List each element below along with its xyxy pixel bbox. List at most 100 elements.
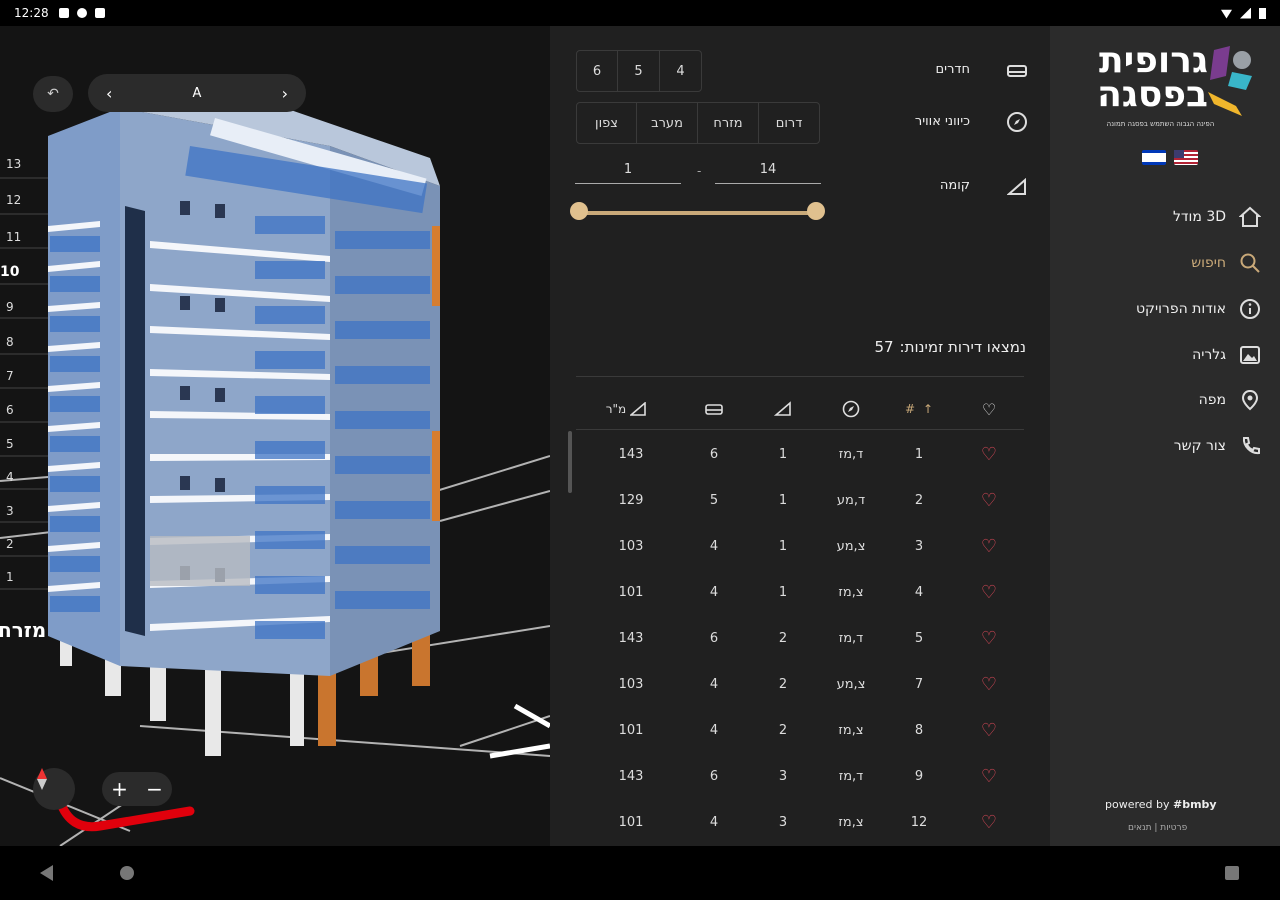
sidebar-item-contact[interactable]: צור קשר (1174, 431, 1262, 461)
table-row[interactable]: ♡ 7 צ,מע 2 4 103 (576, 661, 1024, 707)
floor-label[interactable]: 9 (6, 300, 14, 314)
column-favorite[interactable]: ♡ (954, 388, 1024, 430)
floor-label[interactable]: 2 (6, 537, 14, 551)
undo-arrow-icon: ↶ (47, 86, 59, 102)
favorite-button[interactable]: ♡ (954, 477, 1024, 523)
sidebar-item-label: מפה (1198, 392, 1226, 408)
rooms-option-4[interactable]: 4 (660, 51, 701, 91)
favorite-button[interactable]: ♡ (954, 661, 1024, 707)
sidebar-item-3d-model[interactable]: 3D מודל (1173, 202, 1262, 232)
rooms-option-6[interactable]: 6 (577, 51, 618, 91)
floor-label-active[interactable]: 10 (0, 264, 19, 280)
back-icon[interactable] (40, 865, 53, 881)
orientation-option-south[interactable]: דרום (759, 103, 819, 143)
favorite-button[interactable]: ♡ (954, 707, 1024, 753)
zoom-in-button[interactable]: + (111, 777, 128, 801)
favorite-button[interactable]: ♡ (954, 799, 1024, 845)
cell-area: 143 (618, 446, 644, 462)
cell-rooms: 4 (709, 538, 719, 554)
floor-slider-min-handle[interactable] (570, 202, 588, 220)
floor-label[interactable]: 5 (6, 437, 14, 451)
column-number[interactable]: # ↑ (884, 388, 954, 430)
column-area-label: מ"ר (605, 402, 627, 416)
favorite-button[interactable]: ♡ (954, 615, 1024, 661)
cell-number: 3 (914, 538, 924, 554)
area-triangle-icon (630, 402, 647, 416)
heart-outline-icon: ♡ (980, 489, 998, 511)
orientation-option-west[interactable]: מערב (637, 103, 698, 143)
table-row[interactable]: ♡ 5 ד,מז 2 6 143 (576, 615, 1024, 661)
logo[interactable]: גרופית בפסגה הפינה הגבוה השתמש בפסגה תמו… (1078, 43, 1253, 136)
chevron-left-icon[interactable]: ‹ (106, 84, 112, 103)
notification-icon (94, 8, 105, 18)
cell-orientation: צ,מע (836, 676, 866, 692)
floor-label[interactable]: 3 (6, 504, 14, 518)
orientation-selector: צפון מערב מזרח דרום (576, 102, 820, 144)
orientation-option-north[interactable]: צפון (577, 103, 637, 143)
floor-label[interactable]: 6 (6, 403, 14, 417)
compass-button[interactable] (33, 768, 75, 810)
table-row[interactable]: ♡ 8 צ,מז 2 4 101 (576, 707, 1024, 753)
cell-orientation: ד,מז (838, 768, 864, 784)
floor-label[interactable]: 1 (6, 570, 14, 584)
sidebar-item-map[interactable]: מפה (1199, 385, 1262, 415)
table-row[interactable]: ♡ 2 ד,מע 1 5 129 (576, 477, 1024, 523)
cell-floor: 1 (778, 584, 788, 600)
sidebar-item-search[interactable]: חיפוש (1191, 248, 1262, 278)
floor-label[interactable]: 11 (6, 230, 21, 244)
floor-label[interactable]: 12 (6, 193, 21, 207)
cell-rooms: 6 (709, 768, 719, 784)
column-floor[interactable] (748, 388, 818, 430)
column-area[interactable]: מ"ר (581, 388, 671, 430)
column-rooms[interactable] (679, 388, 749, 430)
cell-floor: 2 (778, 722, 788, 738)
favorite-button[interactable]: ♡ (954, 431, 1024, 477)
rooms-option-5[interactable]: 5 (618, 51, 660, 91)
floor-label[interactable]: 7 (6, 369, 14, 383)
floor-label[interactable]: 13 (6, 157, 21, 171)
floor-min-input[interactable]: 1 (575, 162, 681, 184)
cell-orientation: ד,מע (836, 492, 866, 508)
orientation-option-east[interactable]: מזרח (698, 103, 759, 143)
results-scrollbar[interactable] (568, 431, 572, 493)
cell-area: 101 (618, 814, 644, 830)
cell-orientation: ד,מז (838, 630, 864, 646)
hebrew-flag-icon[interactable] (1142, 150, 1166, 165)
legal-links[interactable]: פרטיות | תנאים (1128, 823, 1187, 833)
cell-number: 4 (914, 584, 924, 600)
sidebar: גרופית בפסגה הפינה הגבוה השתמש בפסגה תמו… (1050, 26, 1280, 846)
zoom-out-button[interactable]: − (146, 777, 163, 801)
favorite-button[interactable]: ♡ (954, 753, 1024, 799)
rooms-selector: 6 5 4 (576, 50, 702, 92)
heart-outline-icon: ♡ (981, 399, 997, 419)
home-circle-icon[interactable] (120, 866, 134, 880)
favorite-button[interactable]: ♡ (954, 523, 1024, 569)
table-row[interactable]: ♡ 12 צ,מז 3 4 101 (576, 799, 1024, 845)
floor-slider-track[interactable] (578, 211, 818, 215)
floor-label[interactable]: 8 (6, 335, 14, 349)
sidebar-item-about[interactable]: אודות הפרויקט (1136, 294, 1262, 324)
table-row[interactable]: ♡ 1 ד,מז 1 6 143 (576, 431, 1024, 477)
english-flag-icon[interactable] (1174, 150, 1198, 165)
table-row[interactable]: ♡ 3 צ,מע 1 4 103 (576, 523, 1024, 569)
chevron-right-icon[interactable]: › (282, 84, 288, 103)
recent-apps-icon[interactable] (1225, 866, 1239, 880)
table-row[interactable]: ♡ 9 ד,מז 3 6 143 (576, 753, 1024, 799)
reset-view-button[interactable]: ↶ (33, 76, 73, 112)
column-orientation[interactable] (816, 388, 886, 430)
floor-slider-max-handle[interactable] (807, 202, 825, 220)
3d-viewer[interactable]: 13 12 11 10 9 8 7 6 5 4 3 2 1 מזרח ↶ ‹ A… (0, 26, 550, 846)
building-3d-render[interactable] (0, 26, 550, 846)
table-row[interactable]: ♡ 4 צ,מז 1 4 101 (576, 569, 1024, 615)
cell-number: 8 (914, 722, 924, 738)
cell-floor: 2 (778, 676, 788, 692)
cell-rooms: 6 (709, 446, 719, 462)
floor-label[interactable]: 4 (6, 470, 14, 484)
cell-area: 101 (618, 584, 644, 600)
cell-number: 9 (914, 768, 924, 784)
floor-max-input[interactable]: 14 (715, 162, 821, 184)
sidebar-item-gallery[interactable]: גלריה (1192, 340, 1262, 370)
battery-icon (1259, 7, 1266, 19)
favorite-button[interactable]: ♡ (954, 569, 1024, 615)
powered-by[interactable]: powered by #bmby (1105, 798, 1217, 811)
